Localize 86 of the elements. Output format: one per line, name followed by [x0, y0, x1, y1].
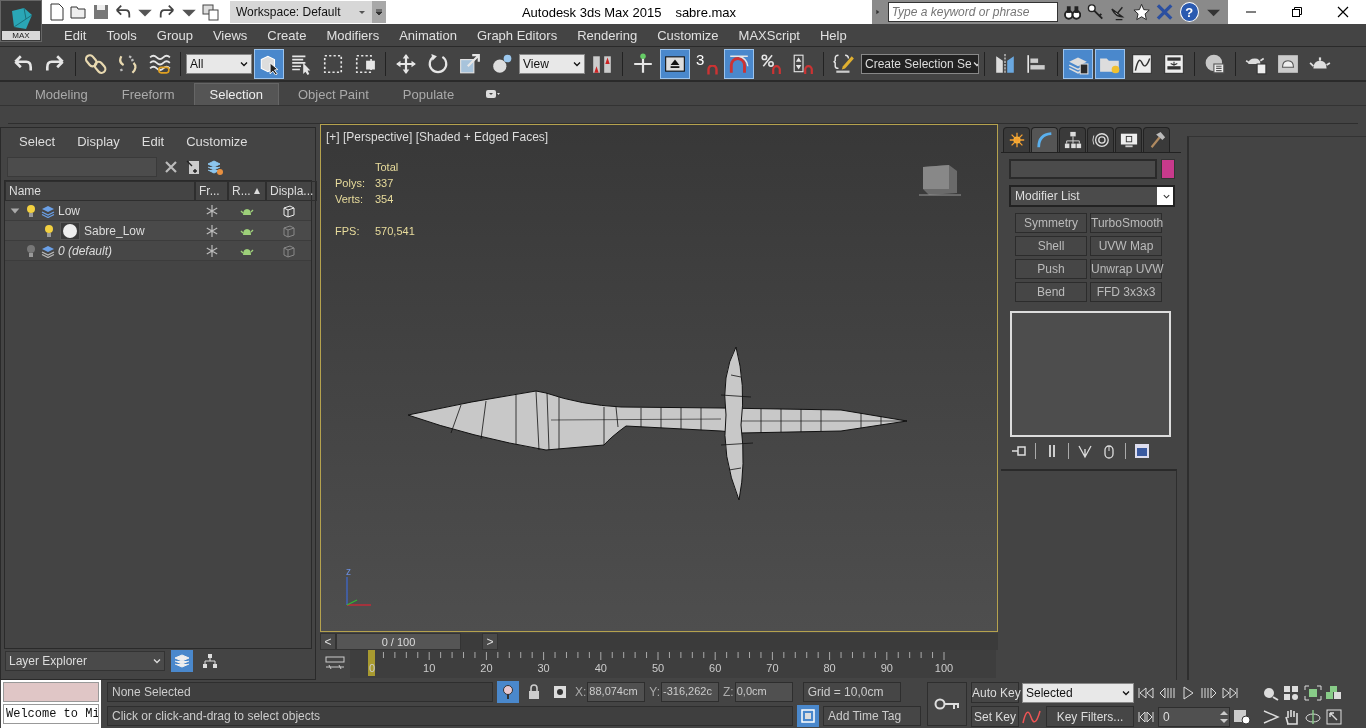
key-mode-dropdown[interactable]: Selected: [1022, 682, 1134, 703]
menu-item[interactable]: Select: [19, 133, 56, 149]
stat-label: Polys:: [335, 177, 366, 189]
modifier-button[interactable]: FFD 3x3x3: [1090, 282, 1162, 302]
menu-item[interactable]: Animation: [389, 24, 467, 46]
menu-item[interactable]: Group: [146, 24, 203, 46]
stat-value: 354: [375, 193, 395, 205]
ribbon-tab[interactable]: Modeling: [20, 83, 103, 105]
frame-number: 70: [766, 662, 779, 674]
frame-number: 80: [823, 662, 836, 674]
workspace-dropdown[interactable]: Workspace: Default: [230, 1, 372, 23]
time-slider-thumb[interactable]: 0 / 100: [336, 633, 461, 650]
modifier-button[interactable]: TurboSmooth: [1090, 213, 1162, 233]
frame-number: 30: [537, 662, 550, 674]
menu-item[interactable]: Tools: [96, 24, 147, 46]
viewport-label[interactable]: [+] [Perspective] [Shaded + Edged Faces]: [326, 130, 549, 144]
menu-item[interactable]: Graph Editors: [466, 24, 568, 46]
coordinate-field[interactable]: 88,074cm: [587, 682, 646, 702]
ribbon-tab[interactable]: Freeform: [106, 83, 190, 105]
column-header[interactable]: R...: [228, 181, 266, 201]
menu-item[interactable]: Edit: [54, 24, 97, 46]
menu-item[interactable]: Rendering: [567, 24, 648, 46]
frame-number: 10: [423, 662, 436, 674]
menu-item[interactable]: Customize: [186, 133, 248, 149]
axis-label: z: [346, 566, 351, 577]
stat-value: 570,541: [375, 225, 415, 237]
column-header[interactable]: Fr...: [195, 181, 228, 201]
frame-number: 50: [651, 662, 665, 674]
column-header[interactable]: Name: [5, 181, 195, 201]
snap-toggle-button[interactable]: 3: [692, 48, 722, 79]
ribbon-tab[interactable]: Populate: [387, 83, 470, 105]
previous-frame-button[interactable]: <: [320, 633, 336, 650]
modifier-button[interactable]: Symmetry: [1015, 213, 1087, 233]
menu-item[interactable]: Create: [257, 24, 317, 46]
frame-field[interactable]: 0: [1158, 706, 1230, 727]
coordinate-field[interactable]: -316,262c: [661, 682, 720, 702]
axis-label: X:: [575, 685, 587, 699]
ribbon-tab[interactable]: Selection: [193, 83, 279, 105]
frame-number: 100: [934, 662, 954, 674]
modifier-button[interactable]: Shell: [1015, 236, 1087, 256]
auto-key-button[interactable]: Auto Key: [971, 682, 1019, 703]
frame-number: 20: [480, 662, 493, 674]
window-title: Autodesk 3ds Max 2015: [521, 4, 662, 20]
stat-value: 337: [375, 177, 395, 189]
frame-number: 40: [594, 662, 607, 674]
next-frame-button[interactable]: >: [482, 633, 498, 650]
file-name: sabre.max: [675, 4, 737, 20]
menu-item[interactable]: Edit: [141, 133, 165, 149]
menu-item[interactable]: MAXScript: [728, 24, 810, 46]
set-key-button[interactable]: Set Key: [971, 706, 1019, 727]
menu-item[interactable]: Display: [77, 133, 120, 149]
frame-number: 90: [880, 662, 893, 674]
frame-number: 60: [709, 662, 722, 674]
menu-item[interactable]: Modifiers: [316, 24, 390, 46]
coordinate-field[interactable]: 0,0cm: [734, 682, 793, 702]
dropdown[interactable]: View: [519, 53, 585, 74]
dropdown[interactable]: Create Selection Se: [861, 53, 979, 74]
stat-label: FPS:: [335, 225, 361, 237]
grid-size: Grid = 10,0cm: [802, 682, 901, 702]
selection-status: None Selected: [107, 682, 493, 702]
modifier-button[interactable]: Unwrap UVW: [1090, 259, 1162, 279]
stat-label: Verts:: [335, 193, 365, 205]
prompt-text: Click or click-and-drag to select objects: [107, 706, 793, 726]
ribbon-tab[interactable]: Object Paint: [283, 83, 384, 105]
menu-item[interactable]: Help: [810, 24, 857, 46]
menu-item[interactable]: Customize: [647, 24, 729, 46]
layer-name[interactable]: Low: [58, 203, 80, 218]
axis-label: Y:: [649, 685, 661, 699]
axis-label: Z:: [723, 685, 734, 699]
key-filters-button[interactable]: Key Filters...: [1046, 706, 1134, 727]
modifier-button[interactable]: UVW Map: [1090, 236, 1162, 256]
help-button[interactable]: ?: [1179, 2, 1199, 22]
search-field[interactable]: Type a keyword or phrase: [887, 2, 1058, 22]
menu-item[interactable]: Views: [202, 24, 258, 46]
explorer-dropdown[interactable]: Layer Explorer: [5, 651, 165, 671]
column-header[interactable]: Displa...: [266, 181, 318, 201]
modifier-dropdown[interactable]: Modifier List: [1009, 185, 1175, 207]
layer-name[interactable]: Sabre_Low: [84, 223, 145, 238]
layer-name[interactable]: 0 (default): [58, 243, 113, 258]
modifier-button[interactable]: Bend: [1015, 282, 1087, 302]
stats-header: Total: [375, 161, 400, 173]
add-time-tag[interactable]: Add Time Tag: [823, 706, 921, 726]
frame-number: 0: [368, 662, 376, 674]
dropdown[interactable]: All: [186, 53, 252, 74]
modifier-button[interactable]: Push: [1015, 259, 1087, 279]
app-logo[interactable]: MAX: [0, 0, 42, 42]
